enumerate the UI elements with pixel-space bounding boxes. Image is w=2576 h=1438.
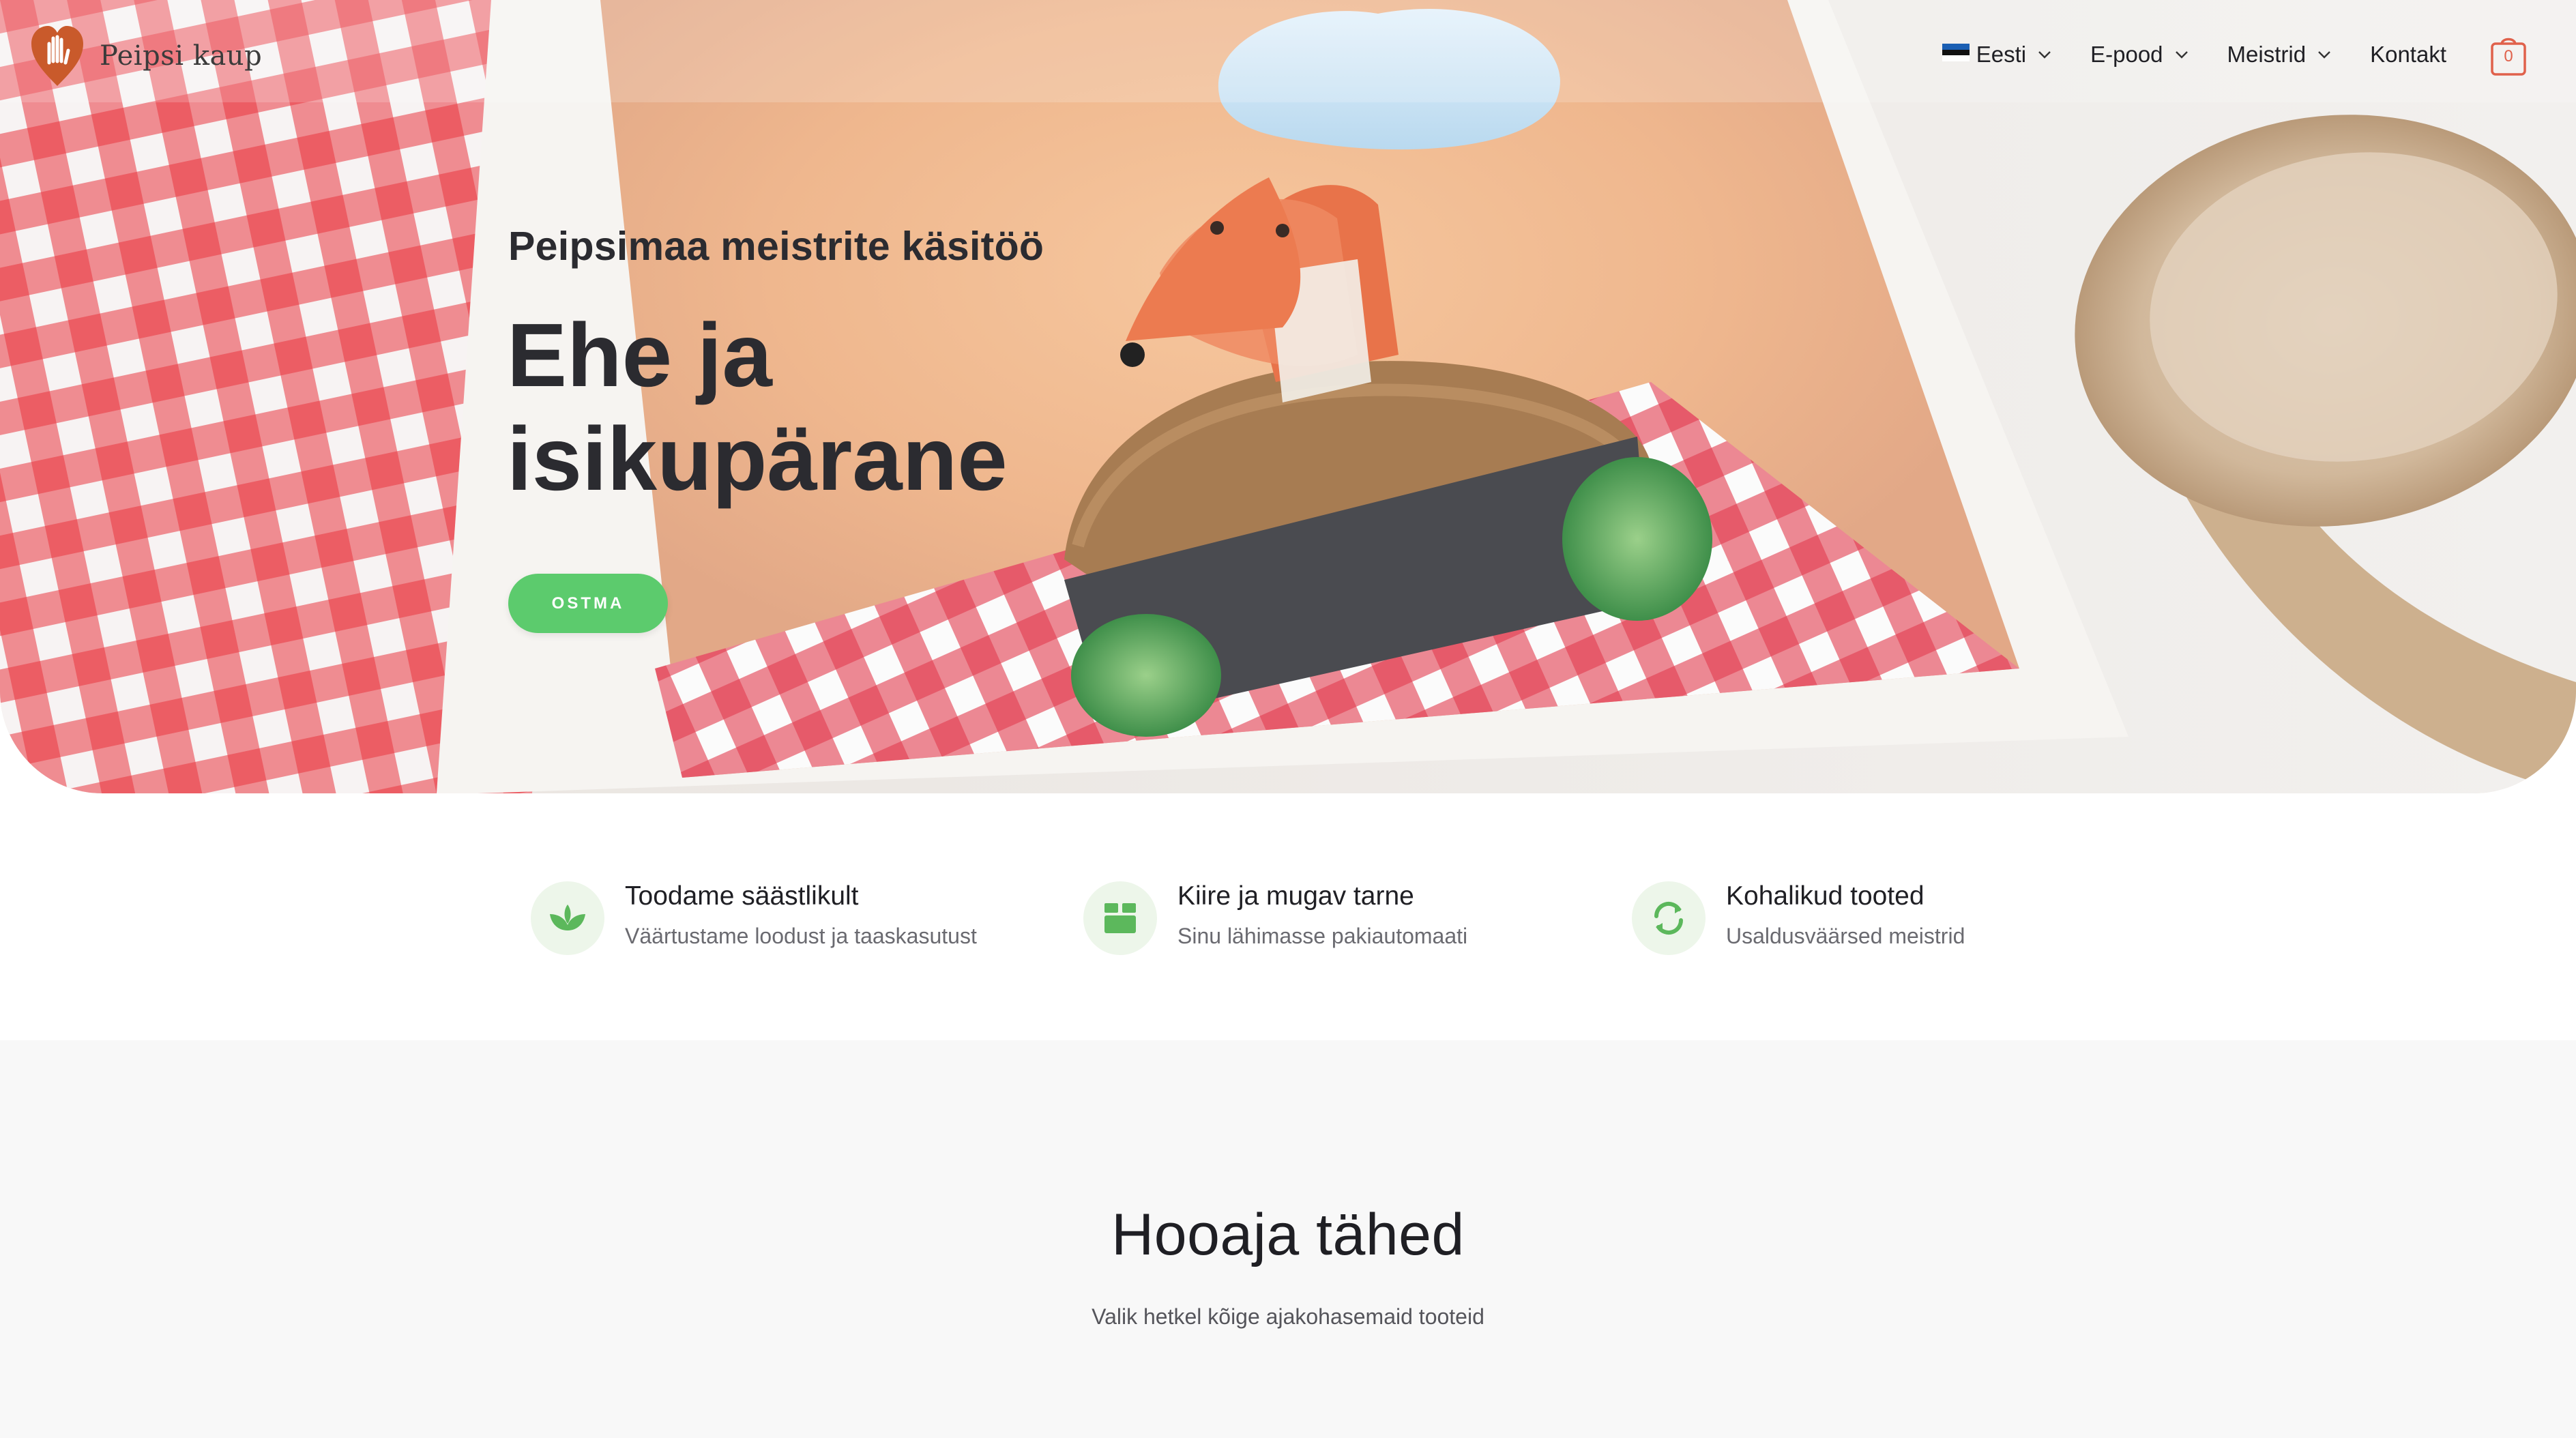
section-subtitle: Valik hetkel kõige ajakohasemaid tooteid: [1092, 1304, 1484, 1329]
site-header: Peipsi kaup Eesti E-pood Meistrid Kontak…: [0, 0, 2576, 113]
cart-count: 0: [2504, 47, 2513, 65]
features-strip: Toodame säästlikult Väärtustame loodust …: [0, 793, 2576, 1040]
feature-item: Toodame säästlikult Väärtustame loodust …: [531, 879, 977, 955]
season-section: Hooaja tähed Valik hetkel kõige ajakohas…: [0, 1040, 2576, 1438]
feature-icon-badge: [531, 881, 604, 955]
chevron-down-icon: [2175, 51, 2188, 59]
leaf-plant-icon: [550, 905, 585, 930]
heart-hand-icon: [31, 26, 83, 86]
hero-subtitle: Peipsimaa meistrite käsitöö: [508, 224, 1044, 269]
nav-item-label: Kontakt: [2370, 42, 2446, 67]
refresh-cycle-icon: [1654, 901, 1684, 935]
chevron-down-icon: [2038, 51, 2051, 59]
nav-item-meistrid[interactable]: Meistrid: [2227, 42, 2332, 68]
site-logo[interactable]: Peipsi kaup: [30, 23, 262, 89]
chevron-down-icon: [2318, 51, 2330, 59]
feature-title: Toodame säästlikult: [625, 881, 859, 911]
estonia-flag-icon: [1942, 44, 1970, 61]
feature-description: Väärtustame loodust ja taaskasutust: [625, 924, 977, 948]
feature-item: Kiire ja mugav tarne Sinu lähimasse paki…: [1083, 879, 1467, 955]
feature-title: Kiire ja mugav tarne: [1177, 881, 1414, 911]
shop-now-button[interactable]: OSTMA: [508, 574, 668, 633]
package-box-icon: [1104, 903, 1136, 933]
hero-banner: Peipsi kaup Eesti E-pood Meistrid Kontak…: [0, 0, 2576, 793]
section-title: Hooaja tähed: [1111, 1202, 1465, 1267]
hero-title-line: Ehe ja: [507, 305, 772, 405]
cart-button[interactable]: 0: [2489, 32, 2528, 77]
brand-name: Peipsi kaup: [100, 40, 263, 72]
hero-title-line: isikupärane: [507, 409, 1008, 509]
language-label: Eesti: [1976, 42, 2027, 67]
hero-background-image: [0, 0, 2576, 793]
nav-item-e-pood[interactable]: E-pood: [2090, 42, 2189, 68]
main-navigation: Eesti E-pood Meistrid Kontakt 0: [1942, 30, 2576, 79]
nav-item-label: E-pood: [2090, 42, 2163, 67]
feature-description: Sinu lähimasse pakiautomaati: [1177, 924, 1468, 948]
feature-icon-badge: [1083, 881, 1157, 955]
feature-description: Usaldusväärsed meistrid: [1726, 924, 1965, 948]
feature-icon-badge: [1632, 881, 1706, 955]
feature-title: Kohalikud tooted: [1726, 881, 1924, 911]
hero-title: Ehe ja isikupärane: [507, 304, 1121, 511]
language-switcher[interactable]: Eesti: [1942, 42, 2052, 68]
nav-item-label: Meistrid: [2227, 42, 2307, 67]
nav-item-kontakt[interactable]: Kontakt: [2370, 42, 2446, 68]
feature-item: Kohalikud tooted Usaldusväärsed meistrid: [1632, 879, 1965, 955]
